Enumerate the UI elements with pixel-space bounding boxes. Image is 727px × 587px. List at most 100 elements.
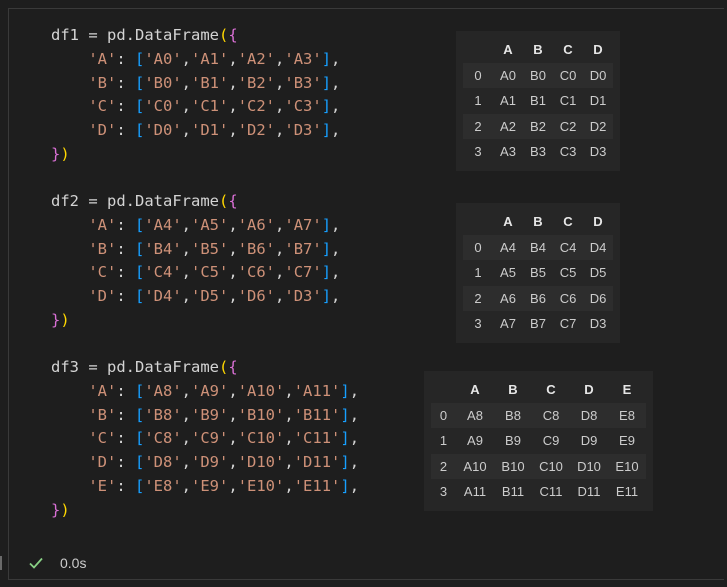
list-value: 'D3' bbox=[284, 287, 322, 306]
list-value: 'A7' bbox=[284, 215, 322, 234]
table-cell: D5 bbox=[589, 265, 607, 281]
table-row: 2 A2 B2 C2 D2 bbox=[463, 113, 613, 139]
list-value: 'D10' bbox=[237, 453, 285, 472]
column-header: D bbox=[570, 377, 608, 403]
list-value: 'A11' bbox=[293, 381, 341, 400]
list-value: 'B11' bbox=[293, 405, 341, 424]
dict-key: 'B' bbox=[88, 405, 117, 424]
table-cell: A11 bbox=[463, 484, 487, 500]
list-value: 'A10' bbox=[237, 381, 285, 400]
code-block-3[interactable]: df3 = pd.DataFrame({ 'A': ['A8','A9','A1… bbox=[51, 356, 359, 523]
list-value: 'C1' bbox=[191, 97, 229, 116]
variable-name: df1 bbox=[51, 26, 79, 44]
table-row: 0 A4 B4 C4 D4 bbox=[463, 234, 613, 260]
assign-operator: = bbox=[79, 26, 107, 44]
open-bracket: [ bbox=[135, 287, 145, 306]
dict-key: 'A' bbox=[88, 381, 117, 400]
dict-entry-line: 'A': ['A4','A5','A6','A7'], bbox=[88, 215, 341, 234]
table-cell: D3 bbox=[589, 316, 607, 332]
open-brace: { bbox=[228, 358, 238, 376]
column-header: D bbox=[583, 209, 613, 235]
table-cell: E8 bbox=[619, 407, 635, 423]
row-index: 0 bbox=[474, 67, 482, 83]
list-value: 'B4' bbox=[144, 239, 182, 258]
code-block-1[interactable]: df1 = pd.DataFrame({ 'A': ['A0','A1','A2… bbox=[51, 24, 340, 167]
close-bracket: ] bbox=[321, 287, 332, 306]
dataframe-output-2: A B C D 0 A4 B4 C4 D4 1 A5 B5 C5 D5 2 A6 B6 C6 D6 3 A7 B7 C7 D3 bbox=[456, 203, 620, 343]
list-value: 'C6' bbox=[237, 263, 276, 282]
open-bracket: [ bbox=[135, 49, 145, 68]
table-cell: C4 bbox=[559, 239, 577, 255]
table-cell: B5 bbox=[530, 265, 546, 281]
table-cell: B4 bbox=[530, 239, 546, 255]
list-value: 'B0' bbox=[144, 73, 182, 92]
open-bracket: [ bbox=[135, 453, 145, 472]
list-value: 'D2' bbox=[237, 121, 276, 140]
row-index: 1 bbox=[474, 265, 482, 281]
dataframe-table: A B C D 0 A0 B0 C0 D0 1 A1 B1 C1 D1 2 A2 B2 C2 D2 3 A3 B3 C3 D3 bbox=[463, 37, 613, 165]
open-bracket: [ bbox=[135, 476, 145, 495]
dataframe-output-1: A B C D 0 A0 B0 C0 D0 1 A1 B1 C1 D1 2 A2 B2 C2 D2 3 A3 B3 C3 D3 bbox=[456, 31, 620, 171]
list-value: 'B7' bbox=[284, 239, 322, 258]
table-cell: B9 bbox=[505, 433, 521, 449]
table-cell: D6 bbox=[589, 290, 607, 306]
dataframe-table: A B C D 0 A4 B4 C4 D4 1 A5 B5 C5 D5 2 A6 B6 C6 D6 3 A7 B7 C7 D3 bbox=[463, 209, 613, 337]
table-cell: E11 bbox=[615, 484, 639, 500]
dict-key: 'C' bbox=[88, 263, 117, 282]
cell-gutter-indicator bbox=[0, 556, 2, 570]
dict-key: 'D' bbox=[88, 453, 117, 472]
list-value: 'E8' bbox=[144, 476, 182, 495]
table-cell: B3 bbox=[530, 144, 546, 160]
column-header: B bbox=[523, 209, 553, 235]
table-row: 2 A6 B6 C6 D6 bbox=[463, 285, 613, 311]
open-bracket: [ bbox=[135, 73, 145, 92]
column-header: B bbox=[494, 377, 532, 403]
code-block-2[interactable]: df2 = pd.DataFrame({ 'A': ['A4','A5','A6… bbox=[51, 190, 340, 333]
close-bracket: ] bbox=[321, 121, 332, 140]
list-value: 'A2' bbox=[237, 49, 276, 68]
dataframe-table: A B C D E 0 A8 B8 C8 D8 E8 1 A9 B9 C9 D9 E9 2 A10 B10 C10 D10… bbox=[431, 377, 646, 505]
list-value: 'D5' bbox=[191, 287, 229, 306]
dict-entry-line: 'B': ['B4','B5','B6','B7'], bbox=[88, 239, 341, 258]
table-cell: C7 bbox=[559, 316, 577, 332]
dict-key: 'A' bbox=[88, 49, 117, 68]
column-header: E bbox=[608, 377, 646, 403]
variable-name: df3 bbox=[51, 358, 79, 376]
table-cell: A2 bbox=[500, 118, 516, 134]
check-icon bbox=[29, 557, 43, 569]
dict-key: 'A' bbox=[88, 215, 117, 234]
open-bracket: [ bbox=[135, 263, 145, 282]
table-cell: C10 bbox=[539, 458, 563, 474]
header-row: ABCDE bbox=[431, 377, 646, 403]
function-call: pd.DataFrame bbox=[107, 26, 219, 44]
table-cell: C11 bbox=[539, 484, 563, 500]
dict-entry-line: 'D': ['D4','D5','D6','D3'], bbox=[88, 287, 341, 306]
list-value: 'D8' bbox=[144, 453, 182, 472]
table-row: 3 A11 B11 C11 D11 E11 bbox=[431, 479, 646, 505]
list-value: 'B8' bbox=[144, 405, 182, 424]
close-bracket: ] bbox=[340, 381, 350, 400]
table-row: 2 A10 B10 C10 D10 E10 bbox=[431, 453, 646, 479]
close-bracket: ] bbox=[321, 239, 332, 258]
row-index: 3 bbox=[474, 144, 482, 160]
table-cell: A0 bbox=[500, 67, 516, 83]
list-value: 'B5' bbox=[191, 239, 229, 258]
list-value: 'C10' bbox=[237, 429, 285, 448]
list-value: 'D11' bbox=[293, 453, 341, 472]
list-value: 'C11' bbox=[293, 429, 341, 448]
table-row: 1 A9 B9 C9 D9 E9 bbox=[431, 428, 646, 454]
table-cell: D0 bbox=[589, 67, 607, 83]
open-bracket: [ bbox=[135, 97, 145, 116]
row-index: 1 bbox=[474, 93, 482, 109]
dict-key: 'C' bbox=[88, 429, 117, 448]
function-call: pd.DataFrame bbox=[107, 192, 219, 210]
close-bracket: ] bbox=[321, 73, 332, 92]
open-paren: ( bbox=[218, 192, 229, 210]
open-bracket: [ bbox=[135, 215, 145, 234]
close-bracket: ] bbox=[321, 215, 332, 234]
table-cell: B6 bbox=[530, 290, 546, 306]
dict-entry-line: 'A': ['A0','A1','A2','A3'], bbox=[88, 49, 341, 68]
list-value: 'A1' bbox=[191, 49, 229, 68]
column-header: A bbox=[493, 37, 523, 63]
list-value: 'C7' bbox=[284, 263, 322, 282]
